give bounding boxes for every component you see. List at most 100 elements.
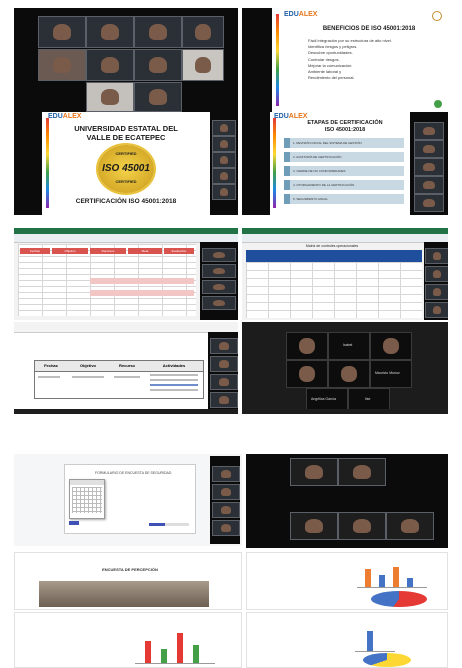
benefit-item: Rendimiento del personal. xyxy=(308,75,355,81)
university-name-line-1: UNIVERSIDAD ESTATAL DEL xyxy=(74,124,178,133)
video-tile[interactable] xyxy=(134,49,182,81)
chart-bar xyxy=(193,645,199,663)
video-tile[interactable] xyxy=(212,502,240,518)
chart-bar xyxy=(145,641,151,663)
video-tile[interactable] xyxy=(414,194,444,212)
bar-chart xyxy=(355,627,395,652)
badge-bottom-text: CERTIFIED xyxy=(115,179,137,184)
video-tile[interactable] xyxy=(86,82,134,112)
column-header: Recursos xyxy=(90,248,126,254)
stage-item: 1. REVISIÓN INICIAL DEL SISTEMA DE GESTI… xyxy=(284,138,404,148)
slide-universidad: EDUALEX UNIVERSIDAD ESTATAL DEL VALLE DE… xyxy=(42,112,210,215)
table-text-line xyxy=(114,376,140,378)
auditorium-image xyxy=(39,581,209,607)
slide-title: BENEFICIOS DE ISO 45001:2018 xyxy=(322,26,416,32)
chart-bar xyxy=(407,578,413,587)
video-sidebar xyxy=(200,242,238,320)
matrix-header-row xyxy=(246,250,422,262)
video-tile[interactable] xyxy=(210,356,238,372)
table-text-line xyxy=(150,374,198,376)
video-tile[interactable] xyxy=(202,264,236,278)
table-text-line xyxy=(150,389,198,391)
video-tile[interactable] xyxy=(212,168,236,184)
chart-bar xyxy=(379,575,385,587)
video-tile[interactable] xyxy=(202,280,236,294)
calendar-picker[interactable] xyxy=(69,479,105,519)
form-title: FORMULARIO DE ENCUESTA DE SEGURIDAD xyxy=(95,471,172,475)
slide-beneficios: EDUALEX BENEFICIOS DE ISO 45001:2018 Fác… xyxy=(272,8,448,112)
video-tile[interactable] xyxy=(414,122,444,140)
video-tile[interactable] xyxy=(210,392,238,408)
video-tile[interactable] xyxy=(286,360,328,388)
word-window: Fechas Objetivo Recurso Actividades xyxy=(14,322,238,414)
video-tile[interactable] xyxy=(414,158,444,176)
video-tile[interactable] xyxy=(425,248,448,264)
video-tile[interactable] xyxy=(86,16,134,48)
taskbar xyxy=(242,409,448,414)
table-header: Objetivo xyxy=(79,363,96,368)
spreadsheet-grid[interactable] xyxy=(246,262,422,318)
participant-name: Ilse xyxy=(365,397,371,401)
slide-etapas-panel: EDUALEX ETAPAS DE CERTIFICACIÓN ISO 4500… xyxy=(242,112,448,215)
video-tile[interactable] xyxy=(86,49,134,81)
chart-slide-panel xyxy=(246,552,448,610)
video-tile[interactable] xyxy=(212,120,236,136)
participant-name: Isabel xyxy=(343,343,353,347)
excel-window-2: Matriz de controles operacionales xyxy=(242,228,448,320)
highlighted-row xyxy=(90,278,194,284)
chart-bar xyxy=(177,633,183,663)
video-tile[interactable] xyxy=(338,458,386,486)
video-tile[interactable] xyxy=(286,332,328,360)
column-header: Meta xyxy=(128,248,162,254)
video-tile[interactable] xyxy=(210,338,238,354)
video-conference-panel-2 xyxy=(246,454,448,548)
video-tile[interactable] xyxy=(290,458,338,486)
video-tile[interactable] xyxy=(425,284,448,300)
video-tile[interactable] xyxy=(212,520,240,536)
video-tile[interactable] xyxy=(212,466,240,482)
video-tile[interactable] xyxy=(386,512,434,540)
video-tile[interactable] xyxy=(212,184,236,200)
benefits-list: Fácil integración por su estructura de a… xyxy=(308,38,392,81)
video-tile[interactable]: Angélica García xyxy=(306,388,348,410)
video-tile[interactable] xyxy=(134,82,182,112)
video-tile[interactable] xyxy=(414,140,444,158)
video-tile[interactable] xyxy=(202,296,236,310)
video-tile[interactable]: Mauricio Munoz xyxy=(370,360,412,388)
form-screen-panel: FORMULARIO DE ENCUESTA DE SEGURIDAD xyxy=(14,454,242,546)
table-header: Recurso xyxy=(118,363,135,368)
slide-beneficios-panel: EDUALEX BENEFICIOS DE ISO 45001:2018 Fác… xyxy=(242,8,448,112)
video-tile[interactable] xyxy=(38,49,86,81)
video-tile[interactable] xyxy=(210,374,238,390)
video-tile[interactable] xyxy=(182,16,224,48)
video-tile[interactable] xyxy=(212,484,240,500)
video-tile[interactable] xyxy=(338,512,386,540)
video-tile[interactable] xyxy=(202,248,236,262)
video-tile[interactable] xyxy=(370,332,412,360)
column-header: Objetivo xyxy=(52,248,88,254)
doc-title: ENCUESTA DE PERCEPCIÓN xyxy=(102,567,158,572)
chart-bar xyxy=(393,567,399,587)
participant-name: Mauricio Munoz xyxy=(375,371,400,375)
video-tile[interactable] xyxy=(414,176,444,194)
slide-title-line-1: ETAPAS DE CERTIFICACIÓN xyxy=(307,120,383,126)
table-text-line xyxy=(38,376,60,378)
video-tile[interactable] xyxy=(328,360,370,388)
video-tile[interactable]: Isabel xyxy=(328,332,370,360)
video-tile[interactable] xyxy=(182,49,224,81)
badge-main-text: ISO 45001 xyxy=(102,163,150,174)
video-tile[interactable] xyxy=(38,16,86,48)
form-card: FORMULARIO DE ENCUESTA DE SEGURIDAD xyxy=(64,464,196,534)
video-tile[interactable] xyxy=(212,152,236,168)
submit-button[interactable] xyxy=(69,521,79,525)
edualex-logo: EDUALEX xyxy=(274,113,308,120)
video-tile[interactable] xyxy=(134,16,182,48)
video-tile[interactable] xyxy=(290,512,338,540)
badge-top-text: CERTIFIED xyxy=(115,151,137,156)
participant-name: Angélica García xyxy=(311,397,336,401)
video-tile[interactable] xyxy=(425,266,448,282)
video-tile[interactable] xyxy=(212,136,236,152)
video-tile[interactable] xyxy=(425,302,448,318)
video-tile[interactable]: Ilse xyxy=(348,388,390,410)
column-header: Evaluación xyxy=(164,248,194,254)
